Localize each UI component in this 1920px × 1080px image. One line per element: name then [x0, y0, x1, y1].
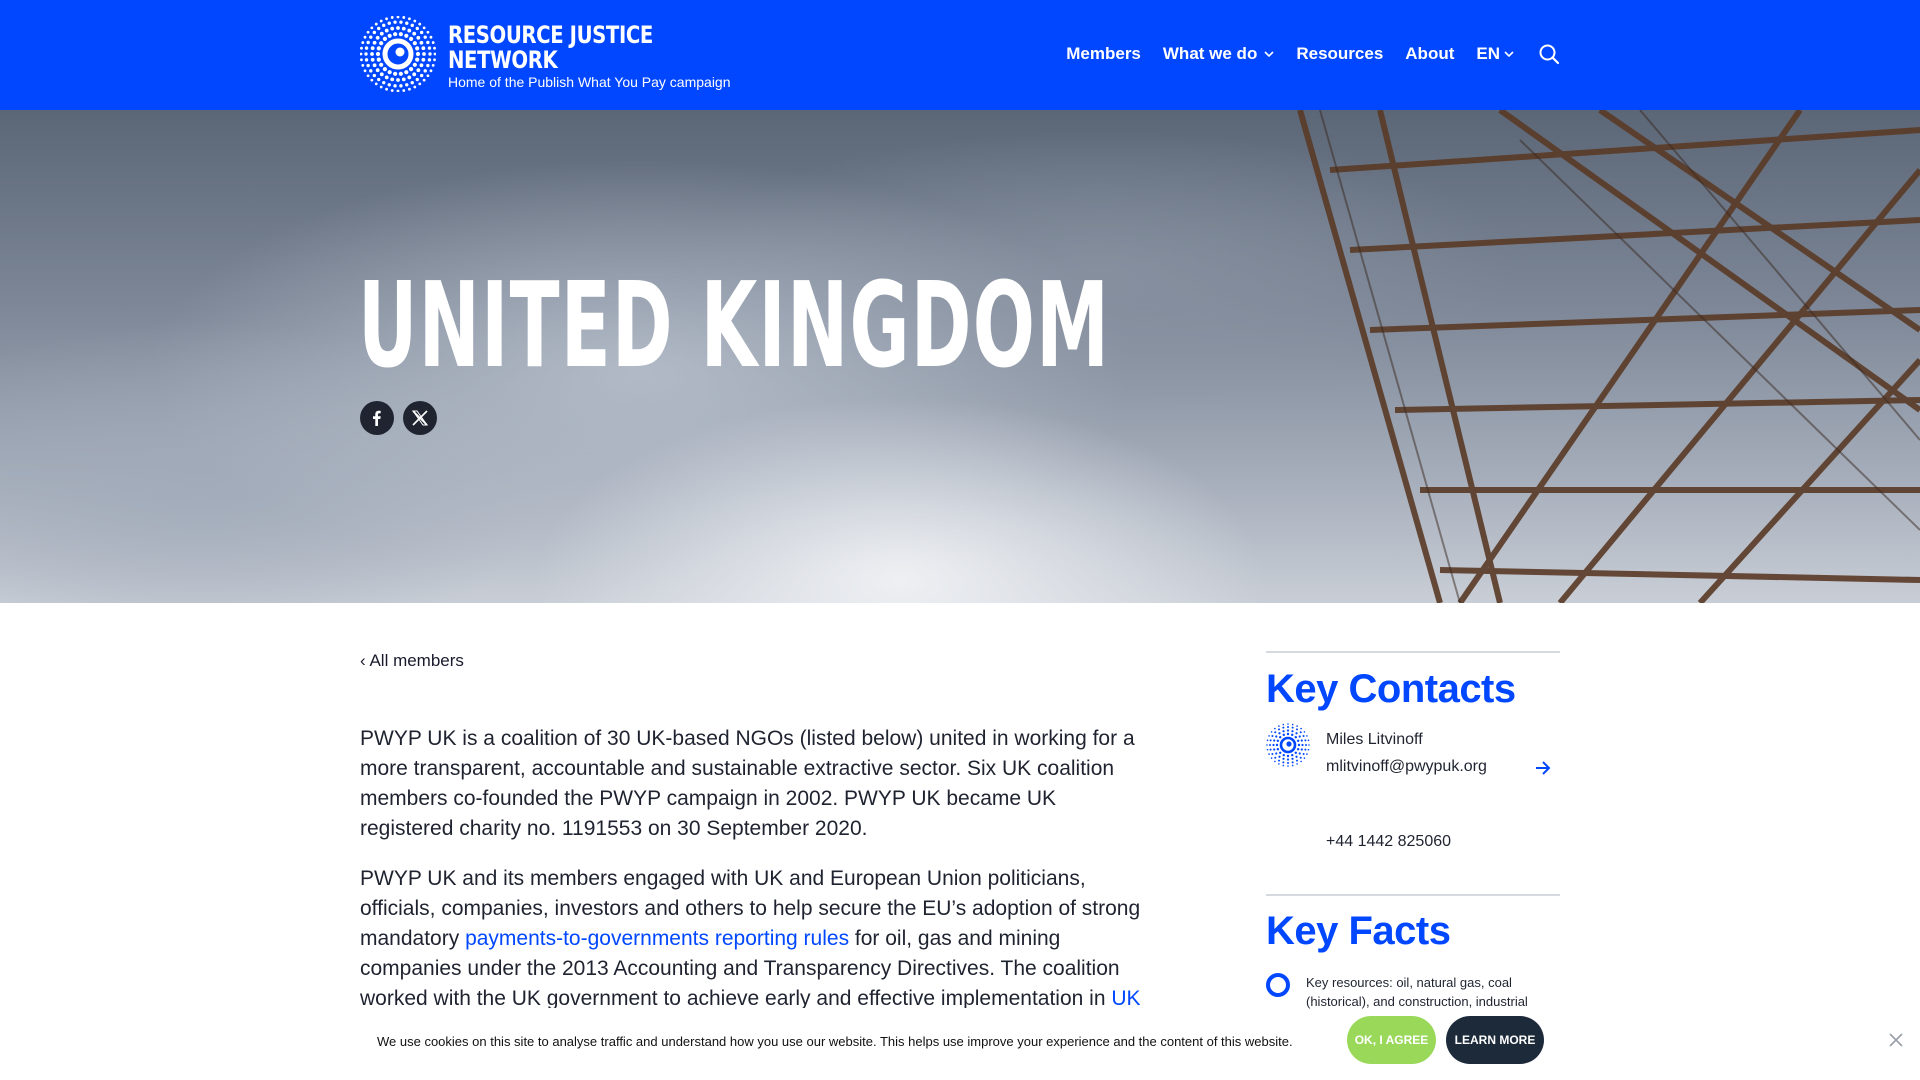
reporting-rules-link[interactable]: payments-to-governments reporting rules: [465, 927, 849, 950]
nav-resources[interactable]: Resources: [1296, 44, 1383, 64]
language-label: EN: [1476, 44, 1500, 63]
logo-subtitle: NETWORK: [448, 46, 558, 74]
key-facts-heading: Key Facts: [1266, 909, 1451, 953]
sidebar: Key Contacts Miles Litvinoff mlitvinoff@…: [1266, 651, 1560, 1009]
arrow-right-icon[interactable]: [1534, 759, 1552, 777]
search-icon[interactable]: [1538, 43, 1560, 65]
share-facebook-button[interactable]: [360, 401, 394, 435]
fact-bullet-icon: [1266, 973, 1290, 997]
logo-tagline: Home of the Publish What You Pay campaig…: [448, 74, 731, 90]
share-x-button[interactable]: [403, 401, 437, 435]
back-link-label: All members: [369, 651, 464, 670]
nav-resources-label: Resources: [1296, 44, 1384, 63]
nav-about[interactable]: About: [1405, 44, 1454, 64]
site-logo[interactable]: RESOURCE JUSTICE NETWORK Home of the Pub…: [360, 16, 731, 96]
contact-phone: +44 1442 825060: [1326, 833, 1452, 850]
main-nav: Members What we do Resources About EN: [1044, 36, 1560, 72]
contact-email-link[interactable]: mlitvinoff@pwypuk.org: [1326, 758, 1487, 776]
nav-members[interactable]: Members: [1066, 44, 1141, 64]
nav-what-we-do[interactable]: What we do: [1163, 44, 1274, 64]
paragraph-intro: PWYP UK is a coalition of 30 UK-based NG…: [360, 727, 1135, 840]
x-icon: [412, 410, 428, 426]
divider: [1266, 651, 1560, 653]
nav-what-we-do-label: What we do: [1162, 44, 1258, 63]
contact-avatar-icon: [1266, 723, 1310, 767]
site-header: RESOURCE JUSTICE NETWORK Home of the Pub…: [0, 0, 1920, 110]
page-title: UNITED KINGDOM: [358, 256, 1111, 394]
contact-name: Miles Litvinoff: [1326, 731, 1423, 748]
language-selector[interactable]: EN: [1476, 44, 1514, 64]
nav-about-label: About: [1405, 44, 1455, 63]
contact-card: Miles Litvinoff mlitvinoff@pwypuk.org +4…: [1266, 723, 1560, 850]
key-contacts-heading: Key Contacts: [1266, 667, 1516, 711]
chevron-down-icon: [1504, 51, 1514, 58]
cookie-message: We use cookies on this site to analyse t…: [377, 1034, 1293, 1049]
logo-text: RESOURCE JUSTICE NETWORK Home of the Pub…: [448, 16, 731, 90]
logo-mark-icon: [360, 16, 436, 92]
hero-banner: UNITED KINGDOM: [0, 110, 1920, 603]
cookie-banner: We use cookies on this site to analyse t…: [0, 1012, 1920, 1080]
fact-item: Key resources: oil, natural gas, coal (h…: [1306, 975, 1528, 1009]
uk-link[interactable]: UK: [1111, 987, 1140, 1008]
close-icon[interactable]: [1888, 1032, 1904, 1048]
cookie-learn-more-button[interactable]: LEARN MORE: [1446, 1016, 1544, 1064]
nav-members-label: Members: [1066, 44, 1141, 63]
chevron-down-icon: [1264, 51, 1274, 58]
divider: [1266, 894, 1560, 896]
cookie-agree-button[interactable]: OK, I AGREE: [1347, 1016, 1436, 1064]
member-description: PWYP UK is a coalition of 30 UK-based NG…: [360, 724, 1150, 1008]
logo-title: RESOURCE JUSTICE: [448, 21, 653, 49]
back-to-members-link[interactable]: ‹ All members: [360, 651, 464, 671]
facebook-icon: [373, 410, 381, 426]
paragraph-advocacy: PWYP UK and its members engaged with UK …: [360, 864, 1150, 1008]
